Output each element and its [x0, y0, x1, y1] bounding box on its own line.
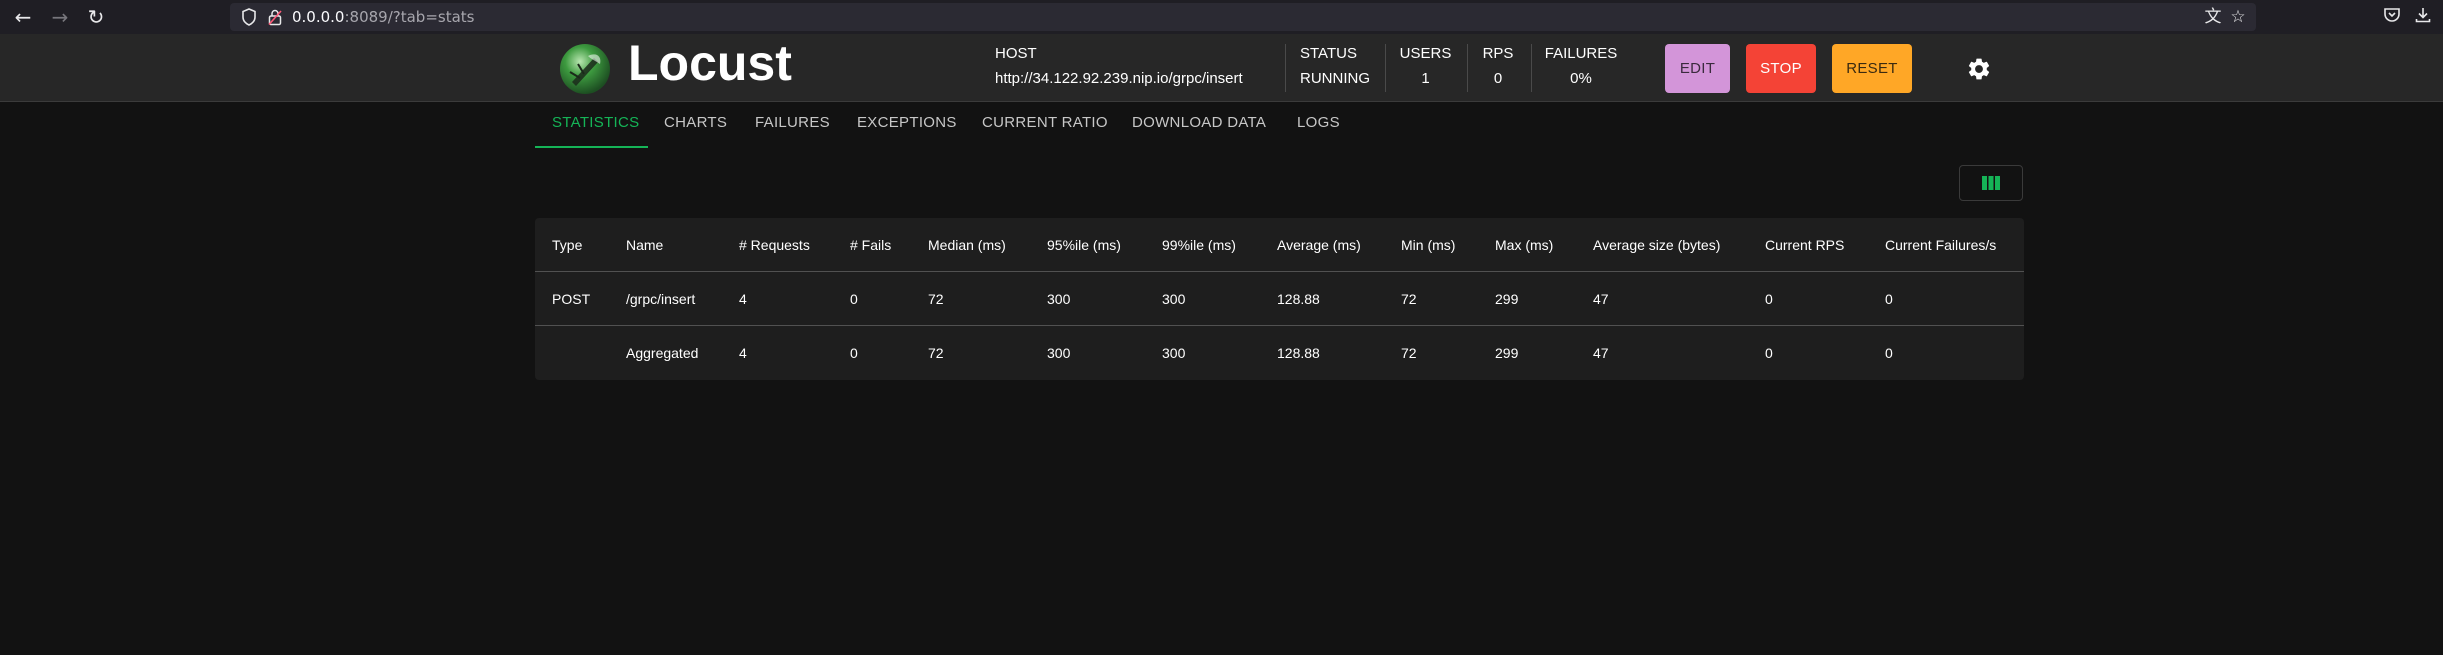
tab-failures[interactable]: FAILURES	[755, 104, 830, 149]
table-row: Aggregated 4 0 72 300 300 128.88 72 299 …	[535, 326, 2024, 380]
header-divider	[1385, 44, 1386, 92]
star-icon[interactable]: ☆	[2227, 6, 2249, 28]
header-99ile[interactable]: 99%ile (ms)	[1162, 218, 1236, 272]
status-label: STATUS	[1300, 45, 1357, 62]
table-row: POST /grpc/insert 4 0 72 300 300 128.88 …	[535, 272, 2024, 326]
header-requests[interactable]: # Requests	[739, 218, 810, 272]
failures-label: FAILURES	[1544, 45, 1618, 62]
insecure-lock-icon[interactable]	[268, 8, 282, 26]
url-text[interactable]: 0.0.0.0:8089/?tab=stats	[292, 3, 474, 31]
users-label: USERS	[1399, 45, 1452, 62]
cell-name: Aggregated	[626, 345, 699, 361]
reload-icon[interactable]: ↻	[85, 5, 107, 29]
header-average[interactable]: Average (ms)	[1277, 218, 1361, 272]
active-tab-indicator	[535, 146, 648, 148]
cell-current-failures: 0	[1885, 291, 1893, 307]
locust-logo-icon	[560, 44, 610, 94]
host-stat: HOST http://34.122.92.239.nip.io/grpc/in…	[995, 44, 1243, 94]
tab-logs[interactable]: LOGS	[1297, 104, 1340, 149]
cell-name: /grpc/insert	[626, 291, 696, 307]
cell-average: 128.88	[1277, 345, 1320, 361]
cell-requests: 4	[739, 291, 747, 307]
cell-fails: 0	[850, 291, 858, 307]
app-header: Locust HOST http://34.122.92.239.nip.io/…	[0, 34, 2443, 102]
shield-icon[interactable]	[241, 8, 257, 26]
cell-current-rps: 0	[1765, 345, 1773, 361]
host-label: HOST	[995, 45, 1037, 62]
failures-stat: FAILURES 0%	[1540, 44, 1622, 94]
cell-min: 72	[1401, 345, 1417, 361]
header-fails[interactable]: # Fails	[850, 218, 891, 272]
translate-icon[interactable]: 文	[2202, 6, 2224, 28]
gear-icon[interactable]	[1966, 56, 1992, 82]
rps-value: 0	[1493, 70, 1503, 87]
cell-current-failures: 0	[1885, 345, 1893, 361]
stats-table: Type Name # Requests # Fails Median (ms)…	[535, 218, 2024, 380]
rps-label: RPS	[1482, 45, 1514, 62]
cell-99ile: 300	[1162, 291, 1186, 307]
stop-button[interactable]: STOP	[1746, 44, 1816, 93]
header-current-failures[interactable]: Current Failures/s	[1885, 218, 1996, 272]
header-divider	[1467, 44, 1468, 92]
rps-stat: RPS 0	[1472, 44, 1524, 94]
app-name: Locust	[628, 35, 792, 91]
reset-button[interactable]: RESET	[1832, 44, 1912, 93]
cell-average-size: 47	[1593, 291, 1609, 307]
tab-charts[interactable]: CHARTS	[664, 104, 727, 149]
browser-toolbar: ← → ↻ 0.0.0.0:8089/?tab=stats 文 ☆	[0, 0, 2443, 34]
header-95ile[interactable]: 95%ile (ms)	[1047, 218, 1121, 272]
cell-99ile: 300	[1162, 345, 1186, 361]
tab-statistics[interactable]: STATISTICS	[552, 104, 639, 149]
cell-type: POST	[552, 291, 591, 307]
cell-max: 299	[1495, 291, 1519, 307]
cell-median: 72	[928, 345, 944, 361]
users-stat: USERS 1	[1393, 44, 1458, 94]
header-median[interactable]: Median (ms)	[928, 218, 1006, 272]
header-current-rps[interactable]: Current RPS	[1765, 218, 1844, 272]
failures-value: 0%	[1570, 70, 1592, 87]
cell-average: 128.88	[1277, 291, 1320, 307]
header-name[interactable]: Name	[626, 218, 663, 272]
status-value: RUNNING	[1300, 70, 1370, 87]
tab-download-data[interactable]: DOWNLOAD DATA	[1132, 104, 1266, 149]
header-max[interactable]: Max (ms)	[1495, 218, 1553, 272]
table-header-row: Type Name # Requests # Fails Median (ms)…	[535, 218, 2024, 272]
cell-average-size: 47	[1593, 345, 1609, 361]
url-path: :8089/?tab=stats	[344, 8, 475, 26]
tab-exceptions[interactable]: EXCEPTIONS	[857, 104, 957, 149]
edit-button[interactable]: EDIT	[1665, 44, 1730, 93]
cell-max: 299	[1495, 345, 1519, 361]
header-divider	[1285, 44, 1286, 92]
cell-median: 72	[928, 291, 944, 307]
url-host: 0.0.0.0	[292, 8, 345, 26]
users-value: 1	[1421, 70, 1430, 87]
header-type[interactable]: Type	[552, 218, 582, 272]
cell-fails: 0	[850, 345, 858, 361]
header-average-size[interactable]: Average size (bytes)	[1593, 218, 1720, 272]
back-arrow-icon[interactable]: ←	[12, 5, 34, 29]
header-divider	[1531, 44, 1532, 92]
header-min[interactable]: Min (ms)	[1401, 218, 1455, 272]
download-icon[interactable]	[2412, 6, 2434, 28]
host-value: http://34.122.92.239.nip.io/grpc/insert	[995, 70, 1243, 87]
status-stat: STATUS RUNNING	[1300, 44, 1370, 94]
cell-requests: 4	[739, 345, 747, 361]
tab-current-ratio[interactable]: CURRENT RATIO	[982, 104, 1108, 149]
url-bar[interactable]: 0.0.0.0:8089/?tab=stats 文 ☆	[230, 3, 2256, 31]
cell-current-rps: 0	[1765, 291, 1773, 307]
pocket-icon[interactable]	[2381, 6, 2403, 28]
column-selector-button[interactable]	[1959, 165, 2023, 201]
cell-min: 72	[1401, 291, 1417, 307]
cell-95ile: 300	[1047, 291, 1071, 307]
forward-arrow-icon[interactable]: →	[49, 5, 71, 29]
columns-icon	[1982, 176, 2000, 190]
cell-95ile: 300	[1047, 345, 1071, 361]
